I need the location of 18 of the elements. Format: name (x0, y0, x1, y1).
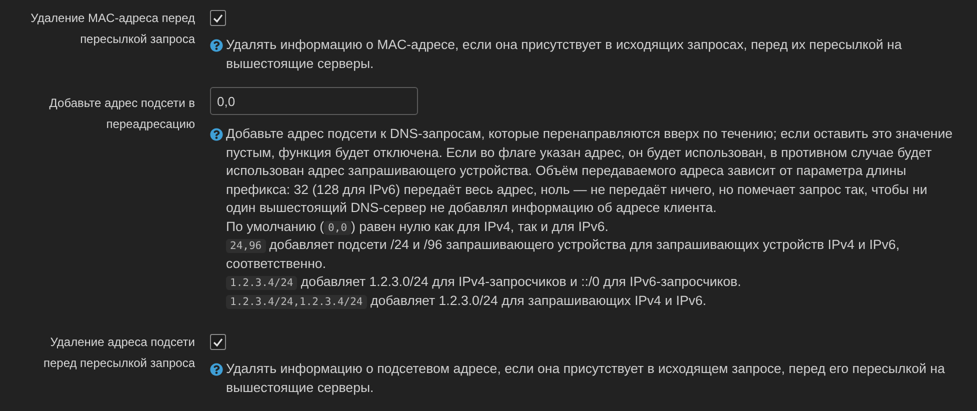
help-icon (210, 128, 223, 141)
help-text: 1.2.3.4/24,1.2.3.4/24 добавляет 1.2.3.0/24 для запрашивающих IPv4 и IPv6. (226, 292, 955, 310)
checkbox[interactable] (210, 10, 226, 26)
help-text: Удалять информацию о подсетевом адресе, если она присутствует в исходящем запросе, перед его пересылкой на вышестоящие серверы. (226, 360, 946, 397)
input-field[interactable]: 0,0 (210, 87, 418, 115)
help-text: 1.2.3.4/24 добавляет 1.2.3.0/24 для IPv4-запросчиков и ::/0 для IPv6-запросчиков. (226, 273, 955, 292)
help-icon (210, 39, 223, 52)
field-label: Удаление MAC-адреса перед пересылкой запроса (30, 10, 195, 48)
help-text: По умолчанию ( 0,0 ) равен нулю как для IPv4, так и для IPv6. (226, 218, 610, 236)
field-label: Добавьте адрес подсети в переадресацию (48, 95, 195, 133)
checkbox[interactable] (210, 334, 226, 350)
check-icon (213, 338, 223, 346)
help-text: 24,96 добавляет подсети /24 и /96 запрашивающего устройства для запрашивающих устройств IPv4 и IPv6, соответственно. (226, 236, 901, 272)
help-text: Добавьте адрес подсети к DNS-запросам, которые перенаправляются вверх по течению; если оставить это значение пустым, функция будет отключена. Если во флаге указан адрес, он будет использован, в противном случае будет использован адрес запрашивающего устройства. Объём передаваемого адреса зависит от параметра длины префикса: 32 (128 для IPv6) передаёт весь адрес, ноль — не передаёт ничего, но помечает запрос так, чтобы ни один вышестоящий DNS-сервер не добавлял информацию об адресе клиента. (226, 125, 954, 217)
help-text: Удалять информацию о MAC-адресе, если она присутствует в исходящих запросах, перед их пересылкой на вышестоящие серверы. (226, 36, 903, 73)
check-icon (213, 14, 223, 22)
field-label: Удаление адреса подсети перед пересылкой запроса (42, 334, 195, 372)
help-icon (210, 363, 223, 376)
